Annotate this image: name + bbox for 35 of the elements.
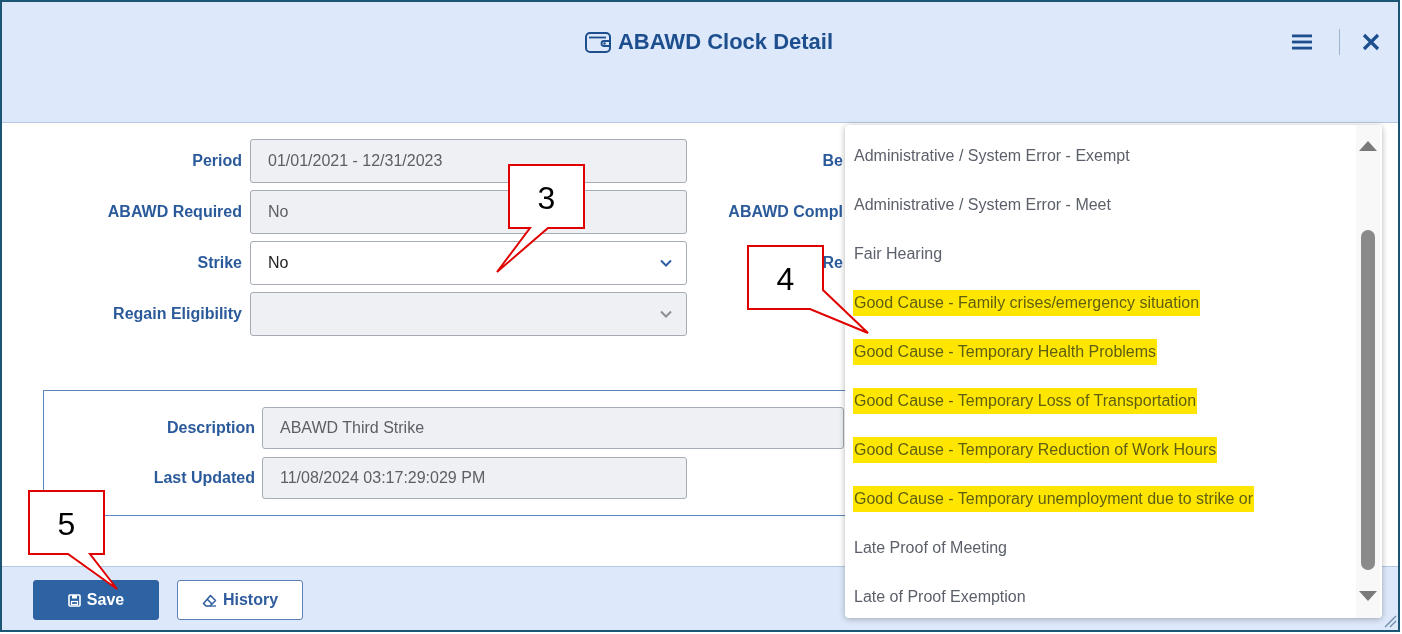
dropdown-option[interactable]: Late of Proof Exemption [853, 583, 1027, 610]
field-label: Strike [197, 254, 242, 272]
history-button[interactable]: History [177, 580, 303, 620]
field-label: ABAWD Compl [728, 203, 843, 221]
field-label: Be [822, 152, 843, 170]
resize-grip-icon[interactable] [1384, 615, 1397, 628]
dropdown-option[interactable]: Good Cause - Temporary Health Problems [853, 338, 1158, 365]
dropdown-option[interactable]: Administrative / System Error - Meet [853, 191, 1112, 218]
field-label: Last Updated [153, 469, 255, 487]
dropdown-option[interactable]: Good Cause - Temporary unemployment due to strike or [853, 485, 1254, 512]
dropdown-option[interactable]: Late Proof of Meeting [853, 534, 1008, 561]
eraser-icon [201, 593, 217, 607]
wallet-icon [584, 31, 611, 53]
menu-icon[interactable] [1292, 34, 1312, 50]
dropdown-option[interactable]: Good Cause - Family crises/emergency situation [853, 289, 1201, 316]
field-label: ABAWD Required [107, 203, 242, 221]
dropdown-option[interactable]: Administrative / System Error - Exempt [853, 142, 1131, 169]
scroll-up-icon[interactable] [1359, 141, 1377, 151]
scrollbar-thumb[interactable] [1361, 230, 1375, 570]
field-label: Period [192, 152, 242, 170]
window-title: ABAWD Clock Detail [617, 28, 834, 56]
dropdown-option[interactable]: Good Cause - Temporary Reduction of Work Hours [853, 436, 1218, 463]
close-icon[interactable] [1362, 33, 1380, 51]
save-button[interactable]: Save [33, 580, 159, 620]
callout-tooltip: 5 [27, 489, 120, 591]
field-label: Re [822, 254, 843, 272]
chevron-down-icon[interactable] [660, 259, 672, 267]
dropdown-field[interactable]: No [250, 241, 687, 285]
field-label: Regain Eligibility [113, 305, 242, 323]
callout-tooltip: 3 [495, 163, 587, 275]
dropdown-option[interactable]: Good Cause - Temporary Loss of Transportation [853, 387, 1198, 414]
scroll-down-icon[interactable] [1359, 591, 1377, 601]
scrollbar[interactable] [1356, 125, 1380, 618]
dropdown-option[interactable]: Fair Hearing [853, 240, 944, 267]
field-label: Description [167, 419, 255, 437]
